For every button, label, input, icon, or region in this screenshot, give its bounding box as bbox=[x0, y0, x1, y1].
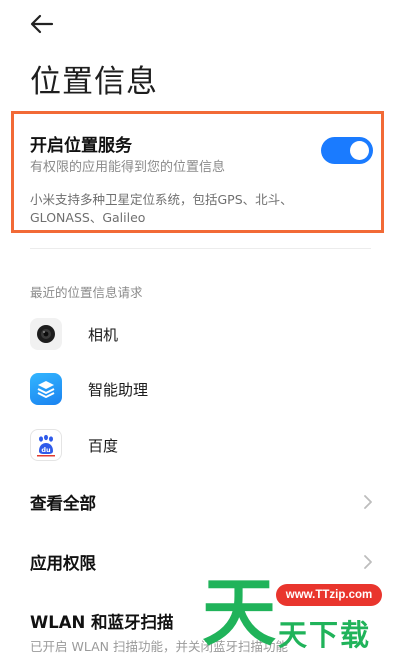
recent-requests-label: 最近的位置信息请求 bbox=[30, 285, 143, 300]
toggle-knob bbox=[350, 141, 369, 160]
gps-support-note: 小米支持多种卫星定位系统，包括GPS、北斗、GLONASS、Galileo bbox=[30, 192, 293, 225]
wlan-bt-scan-label: WLAN 和蓝牙扫描 bbox=[30, 613, 174, 632]
watermark-url: www.TTzip.com bbox=[276, 584, 382, 606]
camera-icon bbox=[30, 318, 62, 350]
view-all-row[interactable]: 查看全部 bbox=[30, 487, 375, 517]
arrow-left-icon bbox=[30, 14, 54, 34]
app-permissions-label: 应用权限 bbox=[30, 554, 96, 573]
location-service-subtitle: 有权限的应用能得到您的位置信息 bbox=[30, 160, 226, 175]
layers-icon bbox=[30, 373, 62, 405]
watermark-big-char: 天 bbox=[202, 570, 276, 656]
watermark-logo: 天 www.TTzip.com 天下载 bbox=[200, 570, 400, 665]
location-service-title[interactable]: 开启位置服务 bbox=[30, 131, 132, 156]
recent-app-assistant[interactable]: 智能助理 bbox=[30, 372, 370, 406]
location-service-toggle[interactable] bbox=[321, 137, 373, 164]
recent-app-camera[interactable]: 相机 bbox=[30, 317, 370, 351]
recent-app-label: 智能助理 bbox=[88, 380, 149, 399]
divider bbox=[30, 248, 371, 249]
view-all-label: 查看全部 bbox=[30, 494, 96, 513]
svg-text:du: du bbox=[41, 446, 51, 454]
recent-app-baidu[interactable]: du 百度 bbox=[30, 428, 370, 462]
recent-app-label: 相机 bbox=[88, 325, 119, 344]
chevron-right-icon bbox=[361, 492, 375, 512]
chevron-right-icon bbox=[361, 552, 375, 572]
baidu-paw-icon: du bbox=[30, 429, 62, 461]
recent-app-label: 百度 bbox=[88, 436, 119, 455]
watermark-text: 天下载 bbox=[278, 618, 372, 652]
page-title: 位置信息 bbox=[30, 64, 158, 100]
back-button[interactable] bbox=[30, 10, 58, 38]
